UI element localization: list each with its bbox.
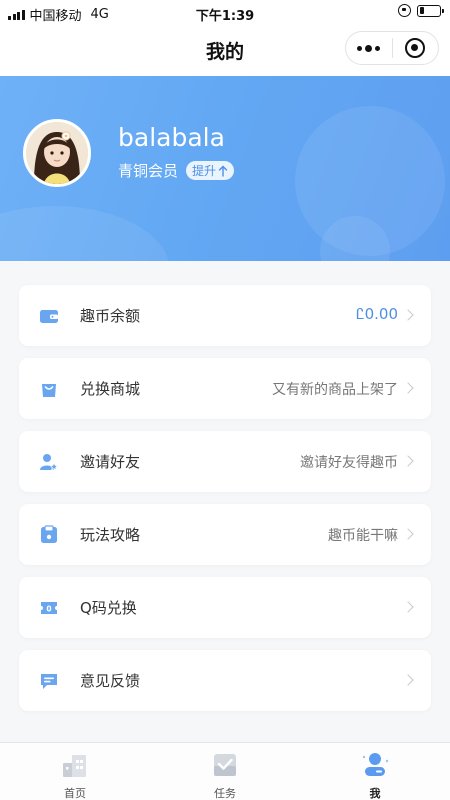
menu-value: 邀请好友得趣币 [300, 455, 398, 471]
tab-bar: 首页 任务 我 [0, 742, 450, 800]
task-check-icon [214, 754, 236, 776]
tab-me[interactable]: 我 [300, 743, 450, 800]
menu-item-guide[interactable]: 玩法攻略 趣币能干嘛 [19, 504, 431, 565]
tab-label: 任务 [214, 787, 236, 800]
menu-value: 趣币能干嘛 [328, 528, 398, 544]
nav-bar: 我的 [0, 26, 450, 76]
shopping-bag-icon [42, 384, 56, 397]
tab-label: 我 [369, 787, 381, 800]
tab-home[interactable]: 首页 [0, 743, 150, 800]
arrow-up-icon [218, 165, 228, 177]
menu-item-invite-friends[interactable]: 邀请好友 邀请好友得趣币 [19, 431, 431, 492]
chevron-right-icon [402, 528, 414, 540]
menu-item-feedback[interactable]: 意见反馈 [19, 650, 431, 711]
svg-text:0: 0 [46, 604, 51, 613]
profile-icon [362, 753, 389, 776]
ticket-icon: 0 [41, 602, 57, 614]
wallet-icon [40, 310, 58, 323]
menu-value: 又有新的商品上架了 [272, 382, 398, 398]
tab-label: 首页 [64, 787, 86, 800]
menu-label: 玩法攻略 [80, 526, 141, 544]
status-time: 下午1:39 [195, 9, 255, 24]
avatar[interactable] [23, 119, 91, 187]
chevron-right-icon [402, 382, 414, 394]
guide-book-icon [41, 525, 57, 543]
menu-label: 趣币余额 [80, 307, 141, 325]
menu-label: 邀请好友 [80, 453, 141, 471]
feedback-message-icon [41, 674, 57, 689]
tab-tasks[interactable]: 任务 [150, 743, 300, 800]
status-bar: 中国移动 4G 下午1:39 [0, 0, 450, 26]
menu-label: Q码兑换 [80, 599, 137, 617]
profile-banner: balabala 青铜会员 提升 [0, 76, 450, 261]
chevron-right-icon [402, 601, 414, 613]
menu-item-exchange-mall[interactable]: 兑换商城 又有新的商品上架了 [19, 358, 431, 419]
mini-program-capsule [345, 31, 439, 65]
user-star-icon [40, 454, 59, 471]
battery-level [419, 7, 424, 14]
chevron-right-icon [402, 309, 414, 321]
menu-list: 趣币余额 Ꮭ0.00 兑换商城 又有新的商品上架了 邀请好友 邀请好友得趣币 玩… [19, 285, 431, 723]
menu-item-qcode-redeem[interactable]: 0 Q码兑换 [19, 577, 431, 638]
membership-level: 青铜会员 [118, 162, 179, 180]
close-mini-program-button[interactable] [393, 32, 439, 64]
upgrade-button[interactable]: 提升 [186, 161, 235, 180]
coin-balance-value: Ꮭ0.00 [356, 305, 398, 323]
banner-decoration [0, 206, 170, 261]
battery-icon [417, 4, 444, 17]
home-buildings-icon [63, 755, 86, 777]
menu-label: 兑换商城 [80, 380, 141, 398]
menu-label: 意见反馈 [80, 672, 141, 690]
rotation-lock-icon [398, 4, 411, 17]
more-dots-icon [357, 44, 381, 52]
chevron-right-icon [402, 455, 414, 467]
upgrade-label: 提升 [192, 164, 217, 178]
avatar-image [26, 122, 88, 184]
chevron-right-icon [402, 674, 414, 686]
username: balabala [118, 123, 225, 152]
target-icon [405, 38, 426, 58]
more-button[interactable] [346, 32, 392, 64]
status-right [398, 4, 444, 17]
membership-row: 青铜会员 提升 [118, 160, 235, 181]
menu-item-coin-balance[interactable]: 趣币余额 Ꮭ0.00 [19, 285, 431, 346]
